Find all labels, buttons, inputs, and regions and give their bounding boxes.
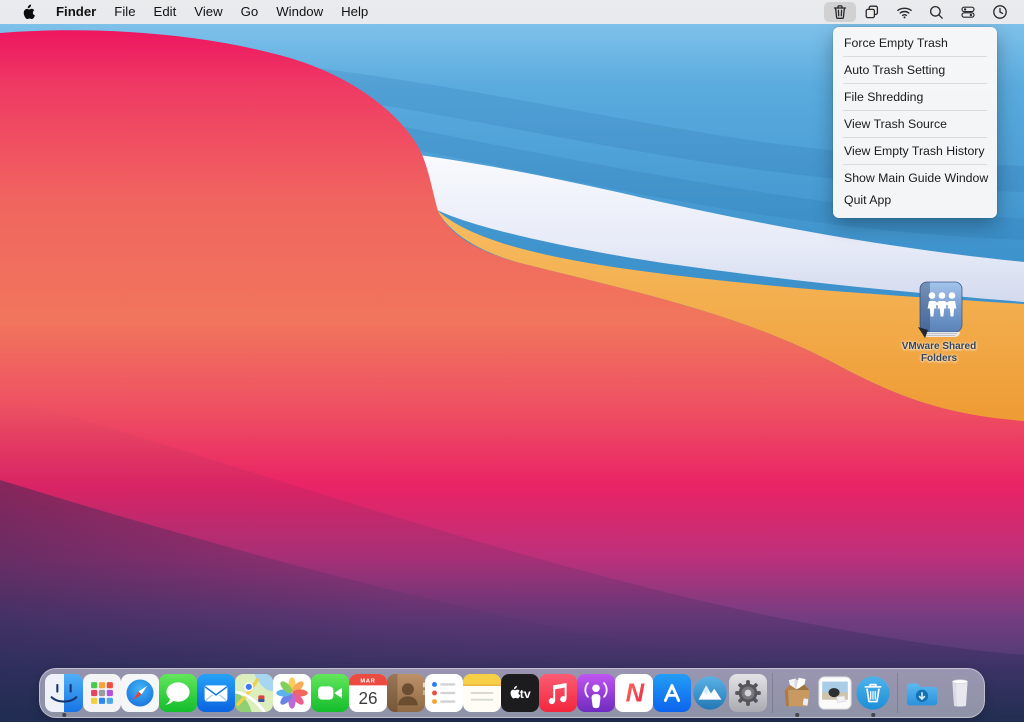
menu-file[interactable]: File — [105, 0, 144, 24]
dock-item-messages[interactable] — [159, 668, 197, 718]
trash-can-icon — [941, 674, 979, 712]
menubar-clock-icon[interactable] — [984, 0, 1016, 24]
maps-icon — [235, 674, 273, 712]
dock-item-image-document[interactable] — [816, 668, 854, 718]
photos-icon — [273, 674, 311, 712]
dock-item-contacts[interactable] — [387, 668, 425, 718]
search-icon — [928, 4, 945, 21]
image-document-icon — [816, 674, 854, 712]
system-preferences-icon — [729, 674, 767, 712]
menu-window[interactable]: Window — [267, 0, 332, 24]
dock-item-maps[interactable] — [235, 668, 273, 718]
messages-icon — [159, 674, 197, 712]
menu-item-view-empty-trash-history[interactable]: View Empty Trash History — [833, 140, 997, 162]
dock-item-downloads[interactable] — [903, 668, 941, 718]
dock-item-tv[interactable]: tv — [501, 668, 539, 718]
svg-text:N: N — [626, 680, 645, 708]
menubar-wifi-icon[interactable] — [888, 0, 921, 24]
dock-item-music[interactable] — [539, 668, 577, 718]
shared-folders-drive-icon — [908, 280, 970, 340]
dock-item-facetime[interactable] — [311, 668, 349, 718]
wifi-icon — [895, 3, 914, 21]
windows-icon — [863, 3, 881, 21]
dock-item-system-preferences[interactable] — [729, 668, 767, 718]
dock-item-notes[interactable] — [463, 668, 501, 718]
safari-icon — [121, 674, 159, 712]
running-indicator — [795, 713, 799, 717]
dock: MAR 26 — [39, 668, 985, 718]
trash-icon — [831, 3, 849, 21]
menu-separator — [843, 83, 987, 84]
menubar-trash-icon[interactable] — [824, 2, 856, 22]
menu-bar: Finder File Edit View Go Window Help — [0, 0, 1024, 24]
trash-app-icon — [854, 674, 892, 712]
menu-bar-left: Finder File Edit View Go Window Help — [12, 0, 377, 24]
menu-item-show-main-guide-window[interactable]: Show Main Guide Window — [833, 167, 997, 189]
dock-item-trash[interactable] — [941, 668, 979, 718]
dock-item-news[interactable]: N — [615, 668, 653, 718]
menu-separator — [843, 137, 987, 138]
running-indicator — [871, 713, 875, 717]
facetime-icon — [311, 674, 349, 712]
menu-edit[interactable]: Edit — [145, 0, 186, 24]
menu-item-auto-trash-setting[interactable]: Auto Trash Setting — [833, 59, 997, 81]
menu-separator — [843, 164, 987, 165]
menu-view[interactable]: View — [185, 0, 231, 24]
menubar-search-icon[interactable] — [921, 0, 952, 24]
dock-item-app-store[interactable] — [653, 668, 691, 718]
svg-text:tv: tv — [520, 687, 531, 701]
menu-finder[interactable]: Finder — [47, 0, 105, 24]
menu-item-force-empty-trash[interactable]: Force Empty Trash — [833, 32, 997, 54]
dock-item-safari[interactable] — [121, 668, 159, 718]
dock-item-podcasts[interactable] — [577, 668, 615, 718]
desktop-icon-vmware-shared-folders[interactable]: VMware Shared Folders — [897, 280, 981, 364]
dock-divider — [897, 673, 898, 713]
finder-icon — [45, 674, 83, 712]
news-icon: N — [615, 674, 653, 712]
dock-item-trash-app[interactable] — [854, 668, 892, 718]
menu-separator — [843, 56, 987, 57]
dock-divider — [772, 673, 773, 713]
mail-icon — [197, 674, 235, 712]
menu-separator — [843, 110, 987, 111]
apple-tv-icon: tv — [501, 674, 539, 712]
calendar-icon: MAR 26 — [349, 674, 387, 712]
desktop-icon-label: VMware Shared Folders — [897, 341, 981, 364]
menubar-windows-icon[interactable] — [856, 0, 888, 24]
dock-item-photos[interactable] — [273, 668, 311, 718]
launchpad-icon — [83, 674, 121, 712]
svg-text:MAR: MAR — [360, 679, 375, 685]
app-store-icon — [653, 674, 691, 712]
apple-menu[interactable] — [12, 4, 47, 20]
unarchiver-box-icon — [778, 674, 816, 712]
running-indicator — [62, 713, 66, 717]
notes-icon — [463, 674, 501, 712]
dock-item-finder[interactable] — [45, 668, 83, 718]
dock-item-unarchiver[interactable] — [778, 668, 816, 718]
downloads-folder-icon — [903, 674, 941, 712]
dock-item-launchpad[interactable] — [83, 668, 121, 718]
menu-item-file-shredding[interactable]: File Shredding — [833, 86, 997, 108]
apple-icon — [22, 4, 37, 20]
clock-icon — [991, 3, 1009, 21]
trash-dropdown-menu: Force Empty Trash Auto Trash Setting Fil… — [833, 27, 997, 218]
menu-item-quit-app[interactable]: Quit App — [833, 189, 997, 211]
dock-item-mountains-app[interactable] — [691, 668, 729, 718]
svg-text:26: 26 — [358, 689, 377, 708]
menu-help[interactable]: Help — [332, 0, 377, 24]
control-center-icon — [959, 3, 977, 21]
menu-item-view-trash-source[interactable]: View Trash Source — [833, 113, 997, 135]
music-icon — [539, 674, 577, 712]
mountains-app-icon — [691, 674, 729, 712]
reminders-icon — [425, 674, 463, 712]
dock-item-calendar[interactable]: MAR 26 — [349, 668, 387, 718]
podcasts-icon — [577, 674, 615, 712]
dock-item-mail[interactable] — [197, 668, 235, 718]
dock-item-reminders[interactable] — [425, 668, 463, 718]
menu-bar-status-area — [824, 0, 1016, 24]
contacts-icon — [387, 674, 425, 712]
menu-go[interactable]: Go — [232, 0, 268, 24]
menubar-control-center-icon[interactable] — [952, 0, 984, 24]
